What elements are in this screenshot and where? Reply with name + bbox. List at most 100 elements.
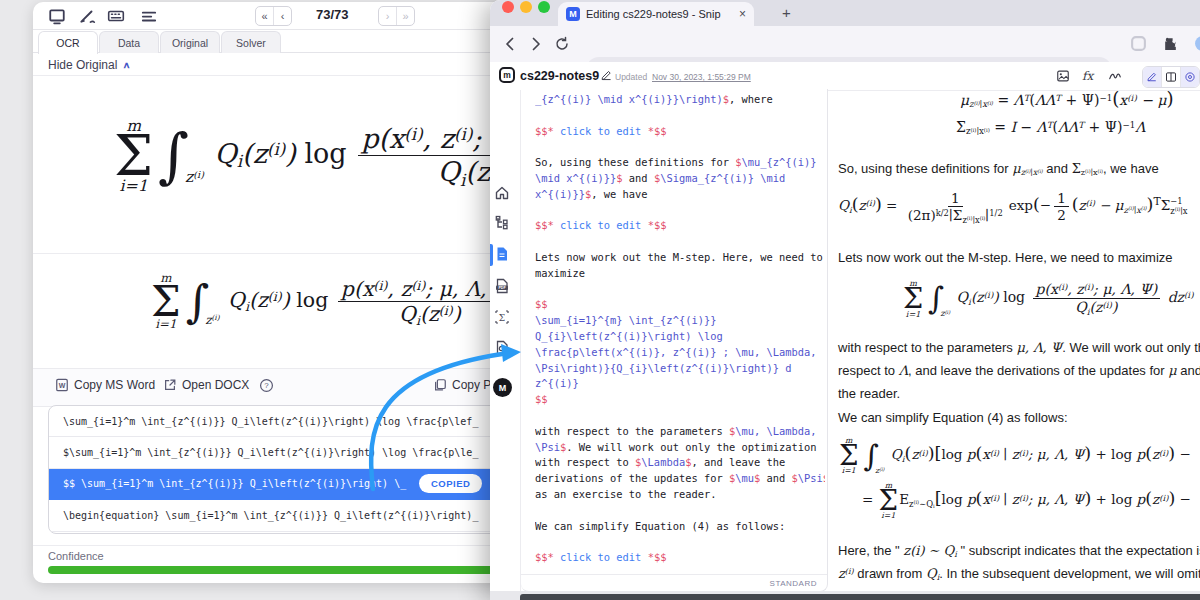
pen-icon[interactable] (78, 7, 96, 25)
markdown-editor[interactable]: _{z^{(i)} \mid x^{(i)}}\right)$, where ▸$… (521, 89, 828, 592)
back-icon[interactable] (502, 36, 518, 52)
paragraph: with respect to the parameters μ, Λ, Ψ. … (838, 340, 1200, 355)
pdf-icon[interactable]: PDF (494, 278, 510, 294)
standard-mode-label: STANDARD (770, 579, 817, 588)
preview-mode-button[interactable] (1180, 67, 1199, 87)
last-page-button[interactable]: » (396, 7, 414, 25)
editor-line[interactable] (535, 282, 825, 298)
first-page-button[interactable]: « (256, 7, 273, 25)
tab-ocr[interactable]: OCR (38, 31, 98, 54)
open-docx-button[interactable]: Open DOCX (163, 378, 249, 392)
editor-line[interactable] (535, 108, 825, 124)
screenshot-icon[interactable] (48, 7, 66, 25)
tab-close-icon[interactable]: × (739, 7, 746, 21)
paragraph: Here, the " z(i) ∼ Qi " subscript indica… (838, 543, 1200, 558)
editor-line[interactable]: \Psi$. We will work out only the optimiz… (535, 440, 825, 456)
edit-mode-button[interactable] (1143, 67, 1161, 87)
forward-icon[interactable] (528, 36, 544, 52)
copy-ms-word-button[interactable]: W Copy MS Word (55, 378, 155, 392)
editor-line[interactable]: Lets now work out the M-step. Here, we n… (535, 250, 825, 266)
document-title: cs229-notes9 (520, 69, 599, 83)
mathpix-extension-icon[interactable] (1130, 35, 1147, 52)
editor-line[interactable]: So, using these definitions for $\mu_{z^… (535, 155, 825, 171)
fx-icon[interactable]: fx (1082, 69, 1096, 83)
editor-line[interactable]: We can simplify Equation (4) as follows: (535, 519, 825, 535)
app-sidebar: PDF Σ M (490, 90, 520, 600)
minimize-window-button[interactable] (520, 1, 532, 13)
equation-maximize: mΣi=1∫z(i) Qi(z(i)) log p(x(i), z(i); μ,… (902, 279, 1194, 318)
help-button[interactable]: ? (259, 378, 273, 392)
hide-original-toggle[interactable]: Hide Original ∧ (48, 58, 130, 72)
editor-line[interactable]: $$ (535, 392, 825, 408)
image-icon[interactable] (1056, 69, 1070, 83)
lines-icon[interactable] (140, 7, 158, 25)
mathpix-logo: m (499, 67, 515, 83)
editor-line[interactable]: with respect to the parameters $\mu, \La… (535, 424, 825, 440)
document-search-icon[interactable] (494, 340, 510, 356)
editor-line[interactable]: ▸$$ (535, 297, 825, 313)
copied-badge: COPIED (419, 474, 482, 493)
equation-qi: Qi(z(i)) = 1(2π)k/2∣Σz(i)∣x(i)∣1/2exp(−1… (838, 190, 1187, 223)
editor-line[interactable]: \Psi\right)}{Q_{i}\left(z^{(i)}\right)} … (535, 361, 825, 377)
open-docx-label: Open DOCX (182, 378, 249, 392)
editor-line[interactable]: with respect to $\Lambda$, and leave the (535, 455, 825, 471)
editor-line[interactable]: as an exercise to the reader. (535, 487, 825, 503)
keyboard-icon[interactable] (107, 7, 125, 25)
equation-sigma: Σz(i)∣x(i) = I − ΛT(ΛΛT + Ψ)−1Λ (956, 119, 1145, 135)
tab-original[interactable]: Original (160, 31, 220, 53)
user-avatar[interactable]: M (493, 378, 512, 397)
svg-text:?: ? (264, 381, 269, 390)
editor-line[interactable]: Q_{i}\left(z^{(i)}\right) \log (535, 329, 825, 345)
editor-line[interactable] (535, 139, 825, 155)
tab-solver[interactable]: Solver (221, 31, 281, 53)
editor-line[interactable] (535, 503, 825, 519)
window-bottom-edge (520, 594, 1200, 600)
ink-icon[interactable] (1108, 69, 1122, 83)
extensions-puzzle-icon[interactable] (1162, 35, 1179, 52)
paragraph: We can simplify Equation (4) as follows: (838, 410, 1068, 425)
tree-icon[interactable] (494, 215, 510, 231)
tab-title: Editing cs229-notes9 - Snip (586, 8, 721, 20)
browser-tab[interactable]: M Editing cs229-notes9 - Snip × (558, 2, 754, 26)
screenshot-canvas: « ‹ 73/73 › » OCRDataOriginalSolver Hide… (0, 0, 1200, 600)
editor-line[interactable]: \mid x^{(i)}}$ and $\Sigma_{z^{(i)} \mid (535, 171, 825, 187)
home-icon[interactable] (494, 185, 510, 201)
external-link-icon (163, 378, 177, 392)
editor-line[interactable]: x^{(i)}}$, we have (535, 187, 825, 203)
svg-text:W: W (59, 382, 66, 389)
page-nav-back-group: « ‹ (255, 6, 292, 26)
browser-toolbar: snip.mathpix.com/mathpix-example/notes/4… (490, 26, 1200, 62)
editor-line[interactable]: z^{(i)} (535, 376, 825, 392)
editor-line[interactable]: ▸$$* click to edit *$$ (535, 124, 825, 140)
chevron-up-icon: ∧ (122, 60, 130, 70)
close-window-button[interactable] (502, 1, 514, 13)
updated-label: Updated (615, 72, 647, 82)
editor-line[interactable]: \frac{p\left(x^{(i)}, z^{(i)} ; \mu, \La… (535, 345, 825, 361)
edit-title-icon[interactable] (600, 69, 614, 83)
editor-lines: _{z^{(i)} \mid x^{(i)}}\right)$, where ▸$… (535, 92, 825, 566)
editor-line[interactable]: maximize (535, 266, 825, 282)
ms-word-icon: W (55, 378, 69, 392)
sigma-snip-icon[interactable]: Σ (494, 309, 510, 325)
editor-line[interactable]: ▸$$* click to edit *$$ (535, 218, 825, 234)
app-header: m cs229-notes9 Updated Nov 30, 2023, 1:5… (490, 62, 1200, 91)
editor-line[interactable]: _{z^{(i)} \mid x^{(i)}}\right)$, where (535, 92, 825, 108)
zoom-window-button[interactable] (538, 1, 550, 13)
editor-line[interactable] (535, 203, 825, 219)
profile-icon[interactable] (1194, 35, 1200, 52)
editor-line[interactable]: \sum_{i=1}^{m} \int_{z^{(i)}} (535, 313, 825, 329)
editor-line[interactable] (535, 534, 825, 550)
document-icon[interactable] (494, 246, 510, 262)
editor-line[interactable]: ▸$$* click to edit *$$ (535, 550, 825, 566)
reload-icon[interactable] (554, 36, 570, 52)
editor-line[interactable] (535, 234, 825, 250)
split-view-button[interactable] (1161, 67, 1180, 87)
next-page-button[interactable]: › (379, 7, 396, 25)
editor-line[interactable] (535, 408, 825, 424)
editor-line[interactable]: derivations of the updates for $\mu$ and… (535, 471, 825, 487)
new-tab-button[interactable]: + (782, 4, 791, 21)
tab-data[interactable]: Data (99, 31, 159, 53)
hide-original-label: Hide Original (48, 58, 117, 72)
prev-page-button[interactable]: ‹ (273, 7, 291, 25)
svg-text:PDF: PDF (498, 286, 506, 290)
